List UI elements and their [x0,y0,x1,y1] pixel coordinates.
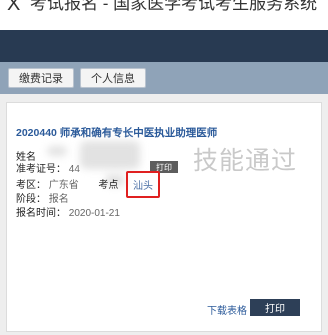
registration-card: 2020440 师承和确有专长中医执业助理医师 姓名 准考证号： 44 打印 考… [6,102,322,332]
fee-record-button[interactable]: 缴费记录 [8,68,74,88]
time-label: 报名时间： [16,208,66,219]
time-row: 报名时间： 2020-01-21 [16,204,120,219]
stage-row: 阶段： 报名 [16,190,69,205]
time-value: 2020-01-21 [68,208,120,219]
nav-bar: 缴费记录 个人信息 [0,62,328,94]
redaction-blur [47,146,67,156]
download-form-link[interactable]: 下载表格 [207,302,247,317]
personal-info-button[interactable]: 个人信息 [80,68,146,88]
header-bar [0,30,328,62]
redaction-blur [80,141,140,169]
exam-title: 2020440 师承和确有专长中医执业助理医师 [16,127,218,139]
close-icon[interactable]: X [7,0,20,14]
window-title: 考试报名 - 国家医学考试考生服务系统 [30,0,318,13]
site-label: 考点 [98,180,119,191]
watermark: 技能通过 [193,147,298,175]
title-bar: X 考试报名 - 国家医学考试考生服务系统 [0,0,328,30]
highlight-box [126,171,160,198]
print-button[interactable]: 打印 [250,299,300,316]
area-row: 考区： 广东省 考点 [16,176,118,191]
ticket-value: 44 [68,164,80,175]
ticket-row: 准考证号： 44 [16,160,80,175]
ticket-label: 准考证号： [16,164,66,175]
